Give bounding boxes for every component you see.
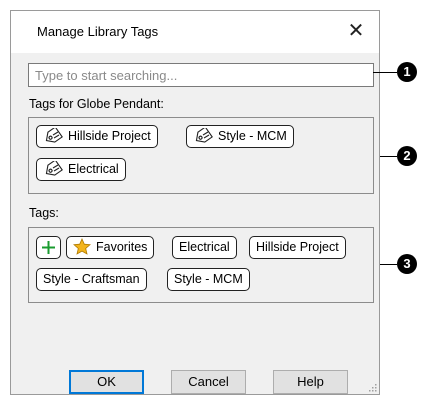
title-bar: Manage Library Tags ✕ (11, 11, 379, 53)
tag-label: Electrical (179, 240, 230, 254)
assigned-tag-style-mcm[interactable]: Style - MCM (186, 125, 294, 148)
tag-label: Style - MCM (174, 272, 243, 286)
callout-line-3 (380, 264, 397, 265)
dialog-title: Manage Library Tags (37, 24, 159, 39)
callout-marker-1: 1 (397, 62, 417, 82)
tag-label: Hillside Project (68, 129, 151, 143)
tag-label: Electrical (68, 162, 119, 176)
tag-label: Favorites (96, 240, 148, 254)
assigned-tag-electrical[interactable]: Electrical (36, 158, 126, 181)
star-icon (73, 238, 91, 256)
callout-line-2 (380, 156, 397, 157)
tag-favorites[interactable]: Favorites (66, 236, 155, 259)
tags-label: Tags: (29, 206, 59, 220)
tag-icon (195, 127, 213, 143)
callout-line-1 (373, 72, 397, 73)
callout-marker-3: 3 (397, 254, 417, 274)
tag-icon (45, 160, 63, 176)
assigned-tags-label: Tags for Globe Pendant: (29, 97, 164, 111)
tag-label: Style - Craftsman (43, 272, 140, 286)
callout-marker-2: 2 (397, 146, 417, 166)
resize-grip-icon[interactable] (367, 382, 377, 392)
search-input[interactable] (28, 63, 374, 87)
tag-electrical[interactable]: Electrical (172, 236, 237, 259)
plus-icon (42, 241, 55, 254)
all-tags-box: Favorites Electrical Hillside Project St… (28, 227, 374, 303)
cancel-button[interactable]: Cancel (171, 370, 246, 394)
assigned-tag-hillside-project[interactable]: Hillside Project (36, 125, 158, 148)
tag-style-mcm[interactable]: Style - MCM (167, 268, 250, 291)
ok-button[interactable]: OK (69, 370, 144, 394)
tag-label: Hillside Project (256, 240, 339, 254)
help-button[interactable]: Help (273, 370, 348, 394)
tag-label: Style - MCM (218, 129, 287, 143)
manage-library-tags-dialog: Manage Library Tags ✕ Tags for Globe Pen… (10, 10, 380, 395)
tag-hillside-project[interactable]: Hillside Project (249, 236, 346, 259)
tag-style-craftsman[interactable]: Style - Craftsman (36, 268, 147, 291)
tag-icon (45, 127, 63, 143)
close-icon[interactable]: ✕ (343, 18, 369, 44)
assigned-tags-box: Hillside Project Style - MCM Electrical (28, 117, 374, 194)
add-tag-button[interactable] (36, 236, 61, 259)
